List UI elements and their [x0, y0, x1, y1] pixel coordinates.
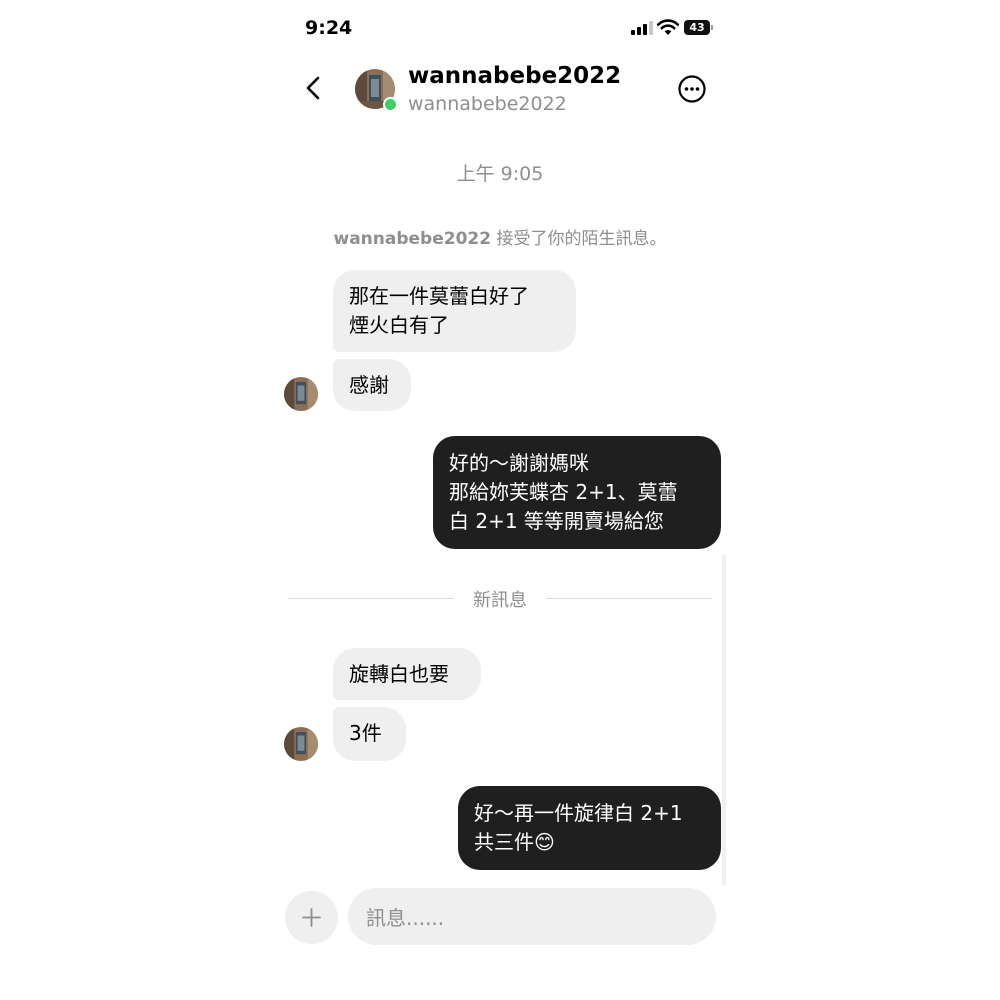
- contact-handle: wannabebe2022: [408, 93, 567, 115]
- wifi-icon: [656, 19, 680, 35]
- message-line: 煙火白有了: [349, 313, 449, 337]
- message-line: 那在一件莫蕾白好了: [349, 284, 529, 308]
- message-input[interactable]: [364, 888, 698, 947]
- add-attachment-plus-icon[interactable]: [285, 891, 338, 944]
- cellular-signal-icon: [631, 21, 653, 35]
- sender-avatar[interactable]: [284, 377, 318, 411]
- scrollbar[interactable]: [722, 555, 726, 885]
- new-messages-divider: 新訊息: [0, 586, 1000, 612]
- message-line: 好～再一件旋律白 2+1: [474, 801, 683, 825]
- incoming-message-bubble[interactable]: 那在一件莫蕾白好了 煙火白有了: [333, 270, 576, 352]
- outgoing-message-bubble[interactable]: 好～再一件旋律白 2+1 共三件😊: [458, 786, 721, 870]
- incoming-message-bubble[interactable]: 旋轉白也要: [333, 648, 481, 700]
- outgoing-message-bubble[interactable]: 好的～謝謝媽咪 那給妳芙蝶杏 2+1、莫蕾 白 2+1 等等開賣場給您: [433, 436, 721, 549]
- message-line: 好的～謝謝媽咪: [449, 451, 589, 475]
- status-time: 9:24: [305, 17, 353, 39]
- new-messages-label: 新訊息: [457, 590, 543, 611]
- message-line: 白 2+1 等等開賣場給您: [449, 509, 664, 533]
- back-chevron-icon[interactable]: [300, 72, 328, 104]
- message-line: 旋轉白也要: [349, 662, 449, 686]
- message-line: 那給妳芙蝶杏 2+1、莫蕾: [449, 480, 678, 504]
- message-composer[interactable]: [348, 888, 716, 947]
- notice-text: 接受了你的陌生訊息。: [491, 229, 667, 249]
- message-line: 感謝: [349, 373, 389, 397]
- battery-cap: [711, 25, 713, 30]
- request-accepted-notice: wannabebe2022 接受了你的陌生訊息。: [0, 224, 1000, 249]
- incoming-message-bubble[interactable]: 感謝: [333, 359, 411, 411]
- sender-avatar[interactable]: [284, 727, 318, 761]
- online-status-dot: [383, 97, 398, 112]
- battery-indicator: 43: [684, 20, 710, 35]
- contact-username[interactable]: wannabebe2022: [408, 62, 621, 90]
- notice-username: wannabebe2022: [333, 229, 492, 249]
- message-timestamp: 上午 9:05: [456, 163, 544, 185]
- incoming-message-bubble[interactable]: 3件: [333, 707, 406, 761]
- message-line: 共三件😊: [474, 830, 555, 854]
- message-line: 3件: [349, 721, 382, 745]
- more-options-icon[interactable]: [677, 74, 707, 104]
